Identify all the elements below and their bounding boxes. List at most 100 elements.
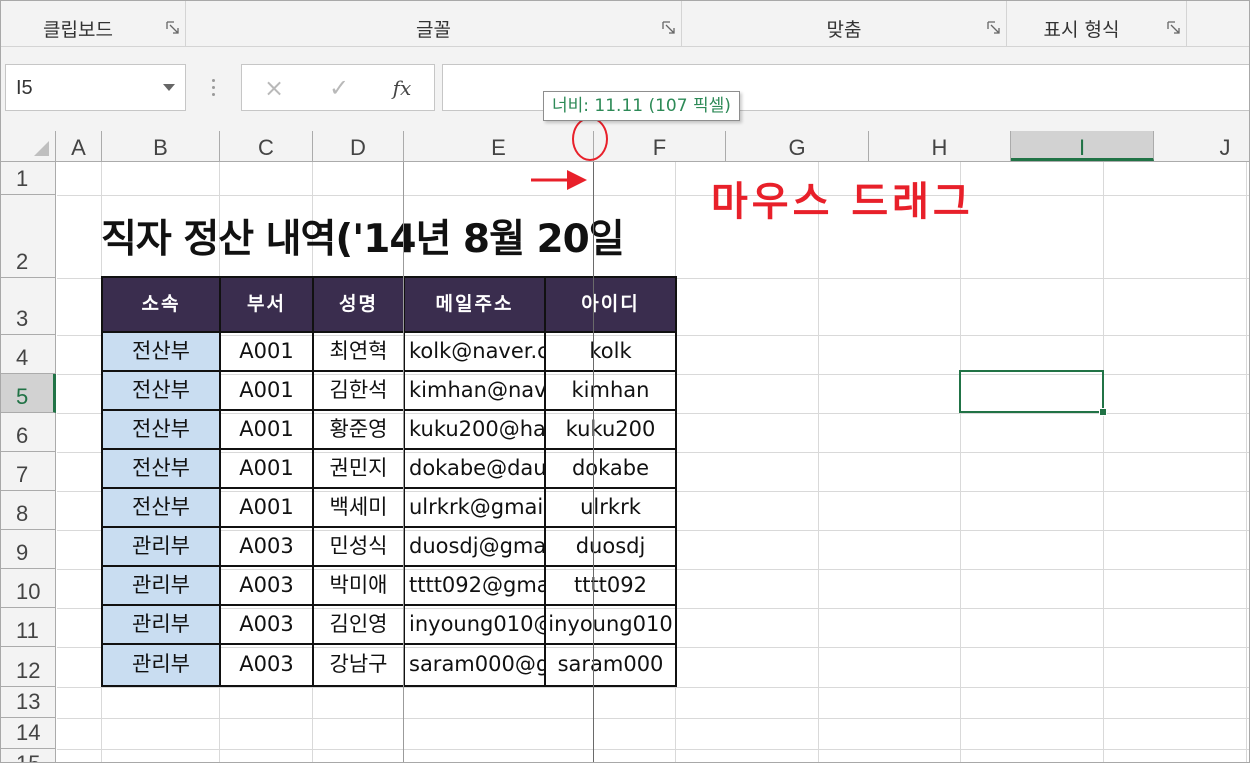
row-header[interactable]: 5 [1,374,56,413]
table-cell[interactable]: duosdj [546,528,675,567]
dialog-launcher-icon[interactable] [986,20,1002,36]
table-cell[interactable]: 전산부 [103,333,221,372]
formula-buttons: × ✓ fx [241,64,435,111]
table-cell[interactable]: dokabe@dau [405,450,546,489]
column-header-b[interactable]: B [102,131,220,161]
table-cell[interactable]: 김인영 [314,606,405,645]
ribbon-group-number: 표시 형식 [1007,1,1187,47]
dialog-launcher-icon[interactable] [1166,20,1182,36]
table-cell[interactable]: kolk@naver.c [405,333,546,372]
table-cell[interactable]: ulrkrk [546,489,675,528]
table-cell[interactable]: A001 [221,372,314,411]
column-header-c[interactable]: C [220,131,313,161]
table-cell[interactable]: saram000 [546,645,675,685]
fill-handle[interactable] [1099,408,1107,416]
table-header-cell[interactable]: 성명 [314,278,405,333]
table-cell[interactable]: A003 [221,645,314,685]
column-header-e[interactable]: E [404,131,594,161]
row-header[interactable]: 11 [1,608,56,647]
row-header[interactable]: 15 [1,749,56,762]
row-header[interactable]: 9 [1,530,56,569]
table-cell[interactable]: A003 [221,528,314,567]
row-header[interactable]: 12 [1,647,56,687]
column-header-h[interactable]: H [869,131,1011,161]
enter-icon[interactable]: ✓ [319,71,359,105]
active-cell-i5[interactable] [959,370,1107,416]
row-header[interactable]: 10 [1,569,56,608]
table-cell[interactable]: 전산부 [103,411,221,450]
table-cell[interactable]: 강남구 [314,645,405,685]
data-table: 소속 부서 성명 메일주소 아이디 전산부 A001 최연혁 kolk@naver.c kolk 전… [101,276,677,687]
ribbon-group-label: 표시 형식 [1043,19,1120,41]
row-header[interactable]: 13 [1,687,56,718]
drag-handle-icon[interactable] [207,79,219,99]
name-box[interactable]: I5 [5,64,186,111]
table-cell[interactable]: kuku200@ha [405,411,546,450]
table-cell[interactable]: 관리부 [103,645,221,685]
row-header[interactable]: 7 [1,452,56,491]
table-cell[interactable]: 최연혁 [314,333,405,372]
column-header-g[interactable]: G [726,131,869,161]
table-cell[interactable]: 전산부 [103,489,221,528]
table-cell[interactable]: 전산부 [103,372,221,411]
chevron-down-icon[interactable] [163,84,175,91]
table-cell[interactable]: A001 [221,411,314,450]
dialog-launcher-icon[interactable] [661,20,677,36]
table-header-cell[interactable]: 소속 [103,278,221,333]
table-header-cell[interactable]: 아이디 [546,278,675,333]
column-header-a[interactable]: A [56,131,102,161]
ribbon-group-labels: 클립보드 글꼴 맞춤 표시 형식 [1,1,1249,47]
table-cell[interactable]: kolk [546,333,675,372]
ribbon-group-clipboard: 클립보드 [1,1,186,47]
row-header[interactable]: 3 [1,278,56,335]
table-cell[interactable]: A003 [221,606,314,645]
dialog-launcher-icon[interactable] [165,20,181,36]
table-cell[interactable]: 박미애 [314,567,405,606]
table-cell[interactable]: 황준영 [314,411,405,450]
table-cell[interactable]: kimhan@nav [405,372,546,411]
drag-point-circle [572,117,608,161]
select-all-button[interactable] [1,131,56,161]
table-cell[interactable]: 관리부 [103,528,221,567]
table-cell[interactable]: duosdj@gma [405,528,546,567]
insert-function-icon[interactable]: fx [382,71,422,105]
column-header-j[interactable]: J [1154,131,1249,161]
row-header[interactable]: 8 [1,491,56,530]
cancel-icon[interactable]: × [254,71,294,105]
row-header[interactable]: 14 [1,718,56,749]
table-header-cell[interactable]: 메일주소 [405,278,546,333]
row-header[interactable]: 4 [1,335,56,374]
cell-grid[interactable]: 직자 정산 내역('14년 8월 20일 소속 부서 성명 메일주소 아이디 전산부 A00… [57,162,1249,762]
table-cell[interactable]: saram000@g [405,645,546,685]
column-header-i[interactable]: I [1011,131,1154,161]
table-cell[interactable]: tttt092 [546,567,675,606]
table-cell[interactable]: A003 [221,567,314,606]
ribbon-group-label: 클립보드 [43,19,113,41]
table-cell[interactable]: ulrkrk@gmai [405,489,546,528]
column-width-tooltip: 너비: 11.11 (107 픽셀) [543,91,740,121]
table-cell[interactable]: kimhan [546,372,675,411]
row-header[interactable]: 2 [1,195,56,278]
table-cell[interactable]: A001 [221,489,314,528]
table-cell[interactable]: inyoung010 [546,606,675,645]
table-cell[interactable]: 김한석 [314,372,405,411]
table-cell[interactable]: 관리부 [103,606,221,645]
table-cell[interactable]: dokabe [546,450,675,489]
table-cell[interactable]: 전산부 [103,450,221,489]
table-cell[interactable]: 관리부 [103,567,221,606]
column-header-f[interactable]: F [594,131,726,161]
row-header[interactable]: 6 [1,413,56,452]
table-cell[interactable]: A001 [221,333,314,372]
row-header[interactable]: 1 [1,162,56,195]
table-header-cell[interactable]: 부서 [221,278,314,333]
table-cell[interactable]: 권민지 [314,450,405,489]
table-cell[interactable]: kuku200 [546,411,675,450]
table-cell[interactable]: inyoung010@ [405,606,546,645]
table-cell[interactable]: tttt092@gma [405,567,546,606]
table-cell[interactable]: A001 [221,450,314,489]
table-cell[interactable]: 백세미 [314,489,405,528]
arrow-right-icon [531,170,587,190]
sheet-title[interactable]: 직자 정산 내역('14년 8월 20일 [101,210,677,270]
column-header-d[interactable]: D [313,131,404,161]
table-cell[interactable]: 민성식 [314,528,405,567]
